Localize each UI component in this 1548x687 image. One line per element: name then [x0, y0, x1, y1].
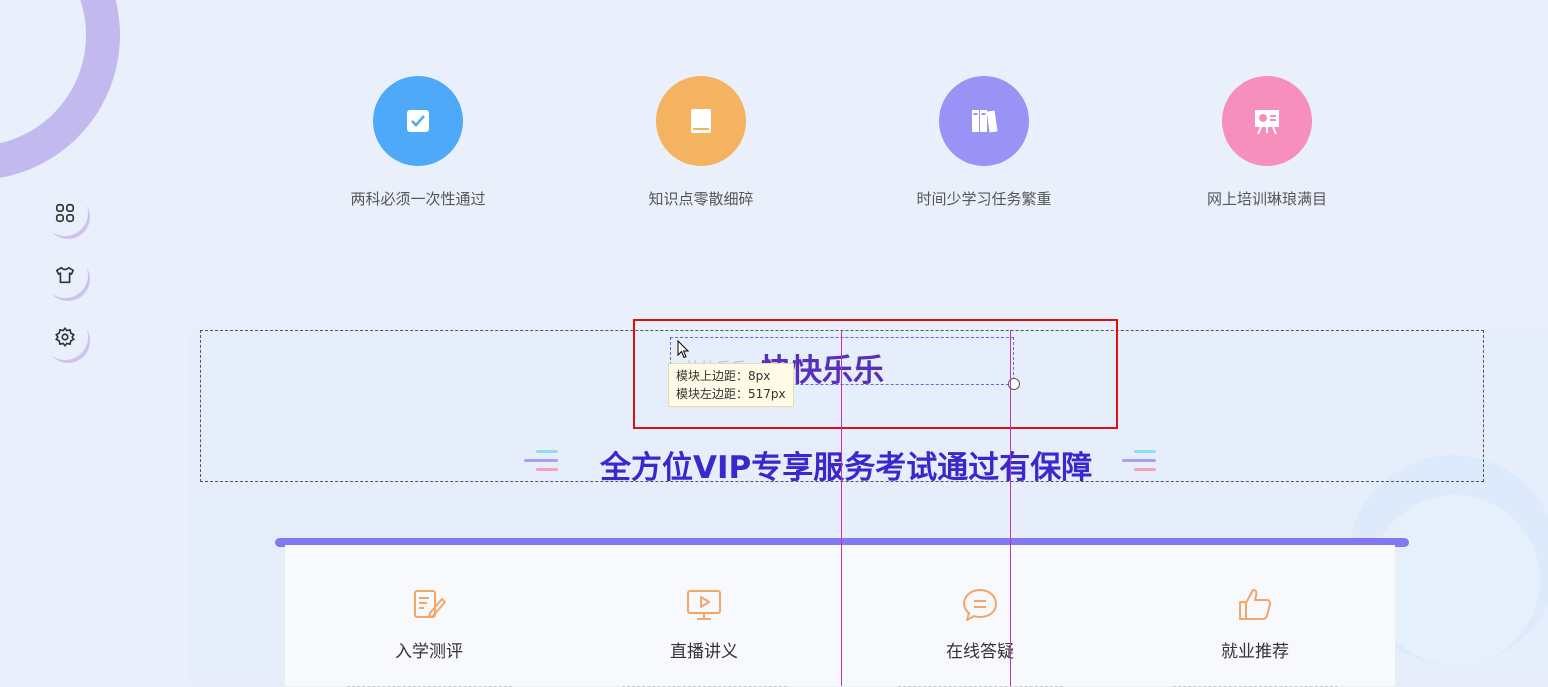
presentation-icon — [1255, 110, 1279, 135]
position-tooltip: 模块上边距：8px 模块左边距：517px — [668, 363, 794, 407]
service-item-qa[interactable]: 在线答疑 — [890, 585, 1070, 687]
mouse-cursor-icon — [677, 340, 690, 359]
settings-button[interactable] — [42, 314, 88, 360]
feature-item-pass: 两科必须一次性通过 — [308, 76, 528, 209]
feature-label: 网上培训琳琅满目 — [1206, 190, 1327, 208]
grid-icon — [55, 203, 75, 223]
alignment-guide-left — [841, 330, 842, 686]
shirt-icon — [55, 266, 75, 284]
binders-icon — [972, 110, 998, 133]
theme-button[interactable] — [42, 252, 88, 298]
feature-label: 知识点零散细碎 — [648, 190, 754, 208]
feature-item-knowledge: 知识点零散细碎 — [591, 76, 811, 209]
tooltip-top-margin: 模块上边距：8px — [676, 369, 771, 383]
service-label: 入学测评 — [395, 642, 463, 662]
feature-label: 两科必须一次性通过 — [350, 190, 486, 208]
tooltip-left-margin: 模块左边距：517px — [676, 387, 786, 401]
feature-label: 时间少学习任务繁重 — [916, 190, 1052, 208]
checklist-icon — [407, 110, 429, 132]
edit-icon — [414, 590, 446, 618]
decorative-lines-left — [524, 450, 560, 474]
book-icon — [691, 109, 711, 133]
service-label: 直播讲义 — [670, 642, 738, 662]
layout-button[interactable] — [42, 190, 88, 236]
service-label: 就业推荐 — [1221, 642, 1289, 662]
subheadline: 全方位VIP专享服务考试通过有保障 — [600, 450, 1093, 486]
service-item-live[interactable]: 直播讲义 — [614, 585, 794, 687]
service-item-employment[interactable]: 就业推荐 — [1165, 585, 1345, 687]
chat-icon — [963, 589, 997, 621]
thumbs-up-icon — [1239, 589, 1271, 620]
side-toolbar — [42, 190, 88, 376]
service-item-assessment[interactable]: 入学测评 — [339, 585, 519, 687]
service-label: 在线答疑 — [946, 642, 1014, 662]
feature-circle — [1222, 76, 1312, 166]
feature-item-training: 网上培训琳琅满目 — [1157, 76, 1377, 209]
gear-icon — [55, 326, 75, 348]
live-screen-icon — [687, 590, 721, 620]
feature-circle — [656, 76, 746, 166]
decorative-lines-right — [1122, 450, 1158, 474]
feature-circle — [373, 76, 463, 166]
feature-item-time: 时间少学习任务繁重 — [874, 76, 1094, 209]
alignment-guide-right — [1010, 330, 1011, 686]
feature-circle — [939, 76, 1029, 166]
